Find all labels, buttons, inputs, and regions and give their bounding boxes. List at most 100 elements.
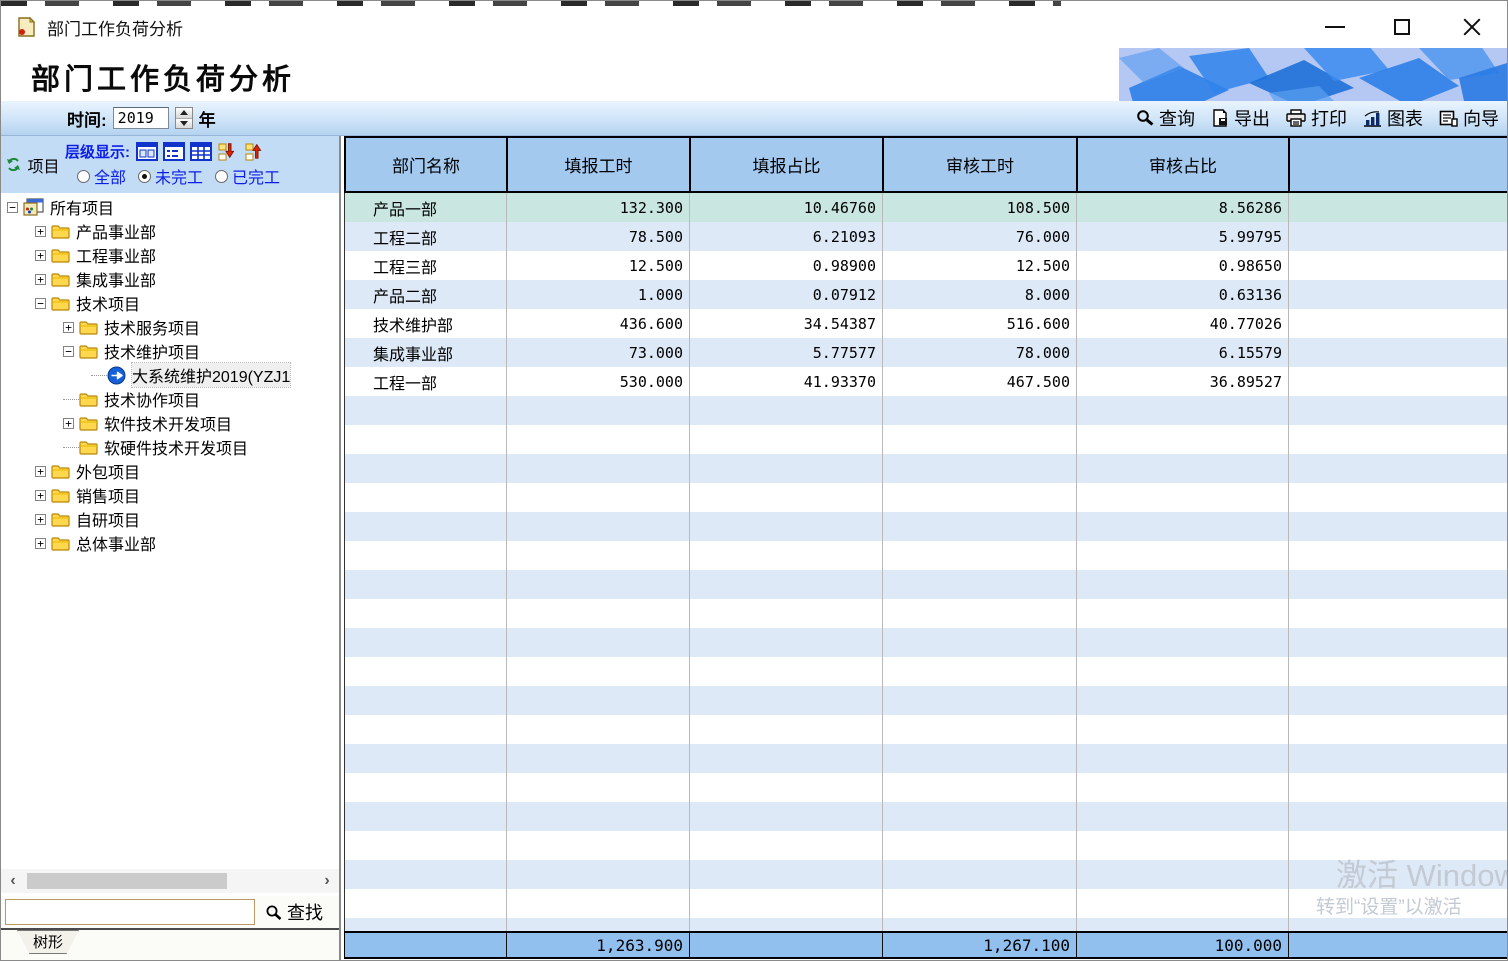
table-row[interactable]: 集成事业部73.0005.7757778.0006.15579: [345, 338, 1508, 367]
value-cell: [883, 599, 1077, 628]
tree-horizontal-scrollbar[interactable]: ‹ ›: [1, 869, 339, 893]
table-row[interactable]: [345, 860, 1508, 889]
toolbar-button-print[interactable]: 打印: [1286, 105, 1347, 131]
table-row[interactable]: [345, 570, 1508, 599]
value-cell: [883, 802, 1077, 831]
value-cell: 6.21093: [690, 222, 883, 251]
table-row[interactable]: 工程三部12.5000.9890012.5000.98650: [345, 251, 1508, 280]
department-name-cell: [345, 454, 507, 483]
department-name-cell: 产品二部: [345, 280, 507, 309]
value-cell: [690, 802, 883, 831]
table-row[interactable]: [345, 512, 1508, 541]
tree-item[interactable]: +总体事业部: [1, 531, 339, 555]
year-input[interactable]: [113, 107, 169, 129]
radio-已完工[interactable]: 已完工: [215, 164, 280, 188]
column-header[interactable]: 填报工时: [508, 138, 691, 191]
column-header[interactable]: 审核工时: [884, 138, 1078, 191]
column-header[interactable]: 填报占比: [691, 138, 884, 191]
expand-icon[interactable]: +: [63, 322, 74, 333]
close-button[interactable]: [1450, 6, 1494, 48]
table-row[interactable]: 技术维护部436.60034.54387516.60040.77026: [345, 309, 1508, 338]
view-list-button[interactable]: [162, 142, 185, 162]
toolbar-button-wizard[interactable]: 向导: [1439, 105, 1499, 131]
minimize-button[interactable]: [1313, 6, 1357, 48]
tree-item[interactable]: +软件技术开发项目: [1, 411, 339, 435]
spinner-down-button[interactable]: [176, 119, 192, 129]
table-row[interactable]: 产品二部1.0000.079128.0000.63136: [345, 280, 1508, 309]
tree-item[interactable]: −技术项目: [1, 291, 339, 315]
table-row[interactable]: [345, 802, 1508, 831]
toolbar-button-search[interactable]: 查询: [1136, 105, 1195, 131]
table-row[interactable]: [345, 454, 1508, 483]
table-row[interactable]: [345, 715, 1508, 744]
tree-item[interactable]: 大系统维护2019(YZJ1: [1, 363, 339, 387]
tree-connector: [63, 447, 79, 448]
value-cell: [690, 396, 883, 425]
scroll-right-arrow-icon[interactable]: ›: [315, 869, 339, 893]
tree-item[interactable]: +销售项目: [1, 483, 339, 507]
expand-icon[interactable]: +: [35, 226, 46, 237]
tree-item[interactable]: −所有项目: [1, 195, 339, 219]
table-row[interactable]: [345, 657, 1508, 686]
collapse-icon[interactable]: −: [7, 202, 18, 213]
folder-icon: [51, 464, 70, 479]
refresh-icon[interactable]: [6, 156, 21, 173]
tree-search-input[interactable]: [5, 899, 255, 925]
table-row[interactable]: [345, 425, 1508, 454]
tree-item[interactable]: +集成事业部: [1, 267, 339, 291]
table-row[interactable]: [345, 831, 1508, 860]
sort-ascending-button[interactable]: [243, 142, 266, 162]
folder-icon: [79, 320, 98, 335]
expand-icon[interactable]: +: [35, 250, 46, 261]
spinner-up-button[interactable]: [176, 108, 192, 119]
table-row[interactable]: [345, 483, 1508, 512]
tree-item[interactable]: +外包项目: [1, 459, 339, 483]
scrollbar-thumb[interactable]: [27, 873, 227, 889]
table-row[interactable]: 工程二部78.5006.2109376.0005.99795: [345, 222, 1508, 251]
expand-icon[interactable]: +: [35, 538, 46, 549]
column-header[interactable]: 部门名称: [346, 138, 508, 191]
table-row[interactable]: 产品一部132.30010.46760108.5008.56286: [345, 193, 1508, 222]
table-row[interactable]: [345, 541, 1508, 570]
tree-item[interactable]: +技术服务项目: [1, 315, 339, 339]
toolbar-button-chart[interactable]: 图表: [1363, 105, 1423, 131]
tree-item[interactable]: 技术协作项目: [1, 387, 339, 411]
toolbar-button-export[interactable]: 导出: [1211, 105, 1270, 131]
scrollbar-track[interactable]: [25, 872, 315, 890]
maximize-button[interactable]: [1380, 6, 1424, 48]
department-name-cell: [345, 889, 507, 918]
tree-item[interactable]: +自研项目: [1, 507, 339, 531]
radio-未完工[interactable]: 未完工: [138, 164, 203, 188]
radio-全部[interactable]: 全部: [77, 164, 126, 188]
scroll-left-arrow-icon[interactable]: ‹: [1, 869, 25, 893]
tree-item[interactable]: 软硬件技术开发项目: [1, 435, 339, 459]
table-row[interactable]: [345, 773, 1508, 802]
view-large-button[interactable]: [135, 142, 158, 162]
expand-icon[interactable]: +: [63, 418, 74, 429]
table-row[interactable]: [345, 599, 1508, 628]
collapse-icon[interactable]: −: [63, 346, 74, 357]
expand-icon[interactable]: +: [35, 490, 46, 501]
table-row[interactable]: [345, 628, 1508, 657]
table-row[interactable]: [345, 686, 1508, 715]
value-cell: [690, 831, 883, 860]
tree-item[interactable]: +工程事业部: [1, 243, 339, 267]
table-row[interactable]: [345, 396, 1508, 425]
table-row[interactable]: [345, 744, 1508, 773]
table-row[interactable]: [345, 918, 1508, 931]
sort-descending-button[interactable]: [216, 142, 239, 162]
find-button[interactable]: 查找: [265, 899, 323, 925]
tree-item[interactable]: +产品事业部: [1, 219, 339, 243]
view-details-button[interactable]: [189, 142, 212, 162]
table-row[interactable]: 工程一部530.00041.93370467.50036.89527: [345, 367, 1508, 396]
tree-item[interactable]: −技术维护项目: [1, 339, 339, 363]
department-name-cell: [345, 715, 507, 744]
column-header[interactable]: 审核占比: [1078, 138, 1290, 191]
collapse-icon[interactable]: −: [35, 298, 46, 309]
expand-icon[interactable]: +: [35, 514, 46, 525]
tab-tree-view[interactable]: 树形: [17, 930, 79, 954]
expand-icon[interactable]: +: [35, 274, 46, 285]
value-cell: [1289, 512, 1508, 541]
expand-icon[interactable]: +: [35, 466, 46, 477]
column-header[interactable]: [1290, 138, 1507, 191]
